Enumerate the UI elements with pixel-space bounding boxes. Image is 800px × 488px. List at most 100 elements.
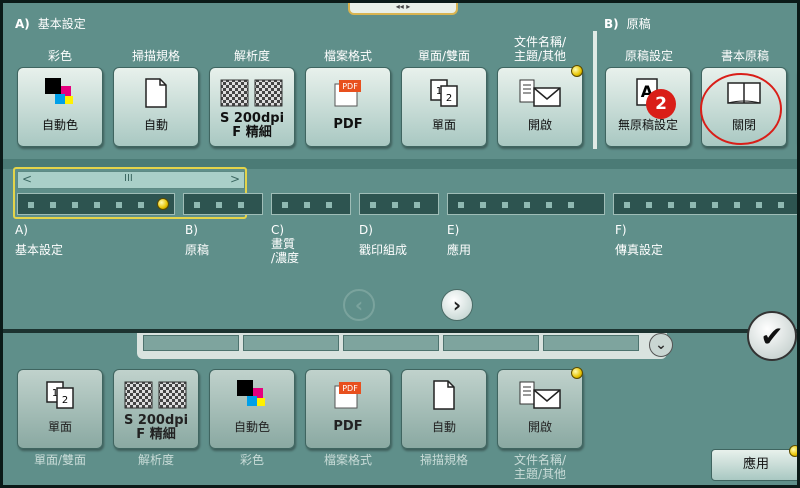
summary-resolution-tile[interactable]: S 200dpi F 精細 [113,369,199,449]
col-label-simplex-duplex: 單面/雙面 [417,49,471,63]
col-label-file-format: 檔案格式 [323,49,372,63]
document-name-tile[interactable]: 開啟 [497,67,583,147]
tab-basic-settings[interactable]: A) 基本設定 [15,223,63,257]
file-format-tile[interactable]: PDF PDF [305,67,391,147]
section-divider [593,31,597,149]
tab-quality-density[interactable]: C) 畫質 /濃度 [271,223,299,265]
col-label-resolution: 解析度 [233,49,270,63]
tab-strip-c[interactable] [271,193,351,215]
col-label-document-name: 文件名稱/ 主題/其他 [513,35,567,63]
summary-document-name-tile[interactable]: 開啟 [497,369,583,449]
summary-scan-size-tile[interactable]: 自動 [401,369,487,449]
tab-strip-a[interactable] [17,193,175,215]
color-icon [18,76,102,110]
section-b-title: 原稿 [626,17,651,31]
tab-b-letter: B) [185,223,198,237]
section-a-header: A) 基本設定 [15,15,86,32]
apply-button[interactable]: 應用 [711,449,797,481]
tab-e-label: 應用 [447,243,472,257]
summary-scan-size-value: 自動 [431,420,456,434]
tab-e-letter: E) [447,223,460,237]
tab-f-letter: F) [615,223,627,237]
col-label-scan-size: 掃描規格 [131,49,180,63]
tab-c-label: 畫質 /濃度 [271,237,300,265]
tab-b-label: 原稿 [185,243,210,257]
prev-page-button[interactable]: ‹ [343,289,375,321]
svg-text:2: 2 [62,395,68,406]
summary-file-format-value: PDF [333,419,363,434]
resolution-icon [114,378,198,412]
col-label-original-setting: 原稿設定 [624,49,673,63]
summary-label-resolution: 解析度 [137,453,174,467]
summary-file-format-tile[interactable]: PDF PDF [305,369,391,449]
svg-text:2: 2 [446,93,452,104]
summary-simplex-duplex-tile[interactable]: 12 單面 [17,369,103,449]
tab-strip-d[interactable] [359,193,439,215]
summary-resolution-value: S 200dpi F 精細 [123,413,189,442]
summary-document-name-value: 開啟 [527,420,552,434]
summary-label-color: 彩色 [239,453,264,467]
pdf-icon: PDF [306,378,390,412]
scroll-thumb[interactable]: III [124,173,133,184]
section-a-letter: A) [15,17,30,31]
summary-color-value: 自動色 [233,420,270,434]
simplex-duplex-value: 單面 [431,118,456,132]
tab-strip-e[interactable] [447,193,605,215]
tab-strip-b[interactable] [183,193,263,215]
indicator-dot [571,65,583,77]
color-icon [210,378,294,412]
summary-label-scan-size: 掃描規格 [419,453,468,467]
file-format-value: PDF [333,117,363,132]
apply-indicator-dot [789,445,797,457]
color-tile[interactable]: 自動色 [17,67,103,147]
next-page-button[interactable]: › [441,289,473,321]
tab-a-letter: A) [15,223,28,237]
scan-size-value: 自動 [143,118,168,132]
chevron-down-icon[interactable]: ⌄ [649,333,673,357]
scan-size-tile[interactable]: 自動 [113,67,199,147]
col-label-color: 彩色 [47,49,72,63]
svg-text:PDF: PDF [342,82,358,91]
summary-color-tile[interactable]: 自動色 [209,369,295,449]
col-label-book-original: 書本原稿 [720,49,769,63]
resolution-value: S 200dpi F 精細 [219,111,285,140]
highlight-circle [700,73,782,145]
tab-d-label: 戳印組成 [359,243,408,257]
tab-stamp-composition[interactable]: D) 戳印組成 [359,223,407,257]
tab-indicator-dot [157,198,169,210]
scroll-right-icon[interactable]: > [230,172,240,186]
mail-icon [498,76,582,110]
resolution-tile[interactable]: S 200dpi F 精細 [209,67,295,147]
pdf-icon: PDF [306,76,390,110]
tab-fax-settings[interactable]: F) 傳真設定 [615,223,663,257]
tab-application[interactable]: E) 應用 [447,223,471,257]
simplex-icon: 12 [18,378,102,412]
summary-label-document-name: 文件名稱/ 主題/其他 [513,453,567,481]
tab-f-label: 傳真設定 [615,243,664,257]
ok-button[interactable]: ✔ [747,311,797,361]
color-value: 自動色 [41,118,78,132]
section-b-header: B) 原稿 [604,15,651,32]
svg-text:PDF: PDF [342,384,358,393]
tab-c-letter: C) [271,223,285,237]
original-setting-value: 無原稿設定 [617,118,678,132]
mail-icon [498,378,582,412]
scroll-left-icon[interactable]: < [22,172,32,186]
tab-strip-f[interactable] [613,193,797,215]
tab-scrollbar[interactable]: < III > [17,171,245,189]
summary-label-file-format: 檔案格式 [323,453,372,467]
summary-label-simplex-duplex: 單面/雙面 [33,453,87,467]
resolution-icon [210,76,294,110]
tab-d-letter: D) [359,223,373,237]
drawer-bar[interactable] [137,333,667,359]
document-name-value: 開啟 [527,118,552,132]
page-icon [402,378,486,412]
summary-indicator-dot [571,367,583,379]
tab-a-label: 基本設定 [15,243,64,257]
top-handle[interactable]: ◂◂ ▸ [348,3,458,15]
simplex-duplex-tile[interactable]: 12 單面 [401,67,487,147]
step-badge: 2 [646,89,676,119]
scan-settings-screen: ◂◂ ▸ A) 基本設定 B) 原稿 彩色 掃描規格 解析度 檔案格式 單面/雙面 … [0,0,800,488]
section-a-title: 基本設定 [37,17,86,31]
tab-original[interactable]: B) 原稿 [185,223,209,257]
